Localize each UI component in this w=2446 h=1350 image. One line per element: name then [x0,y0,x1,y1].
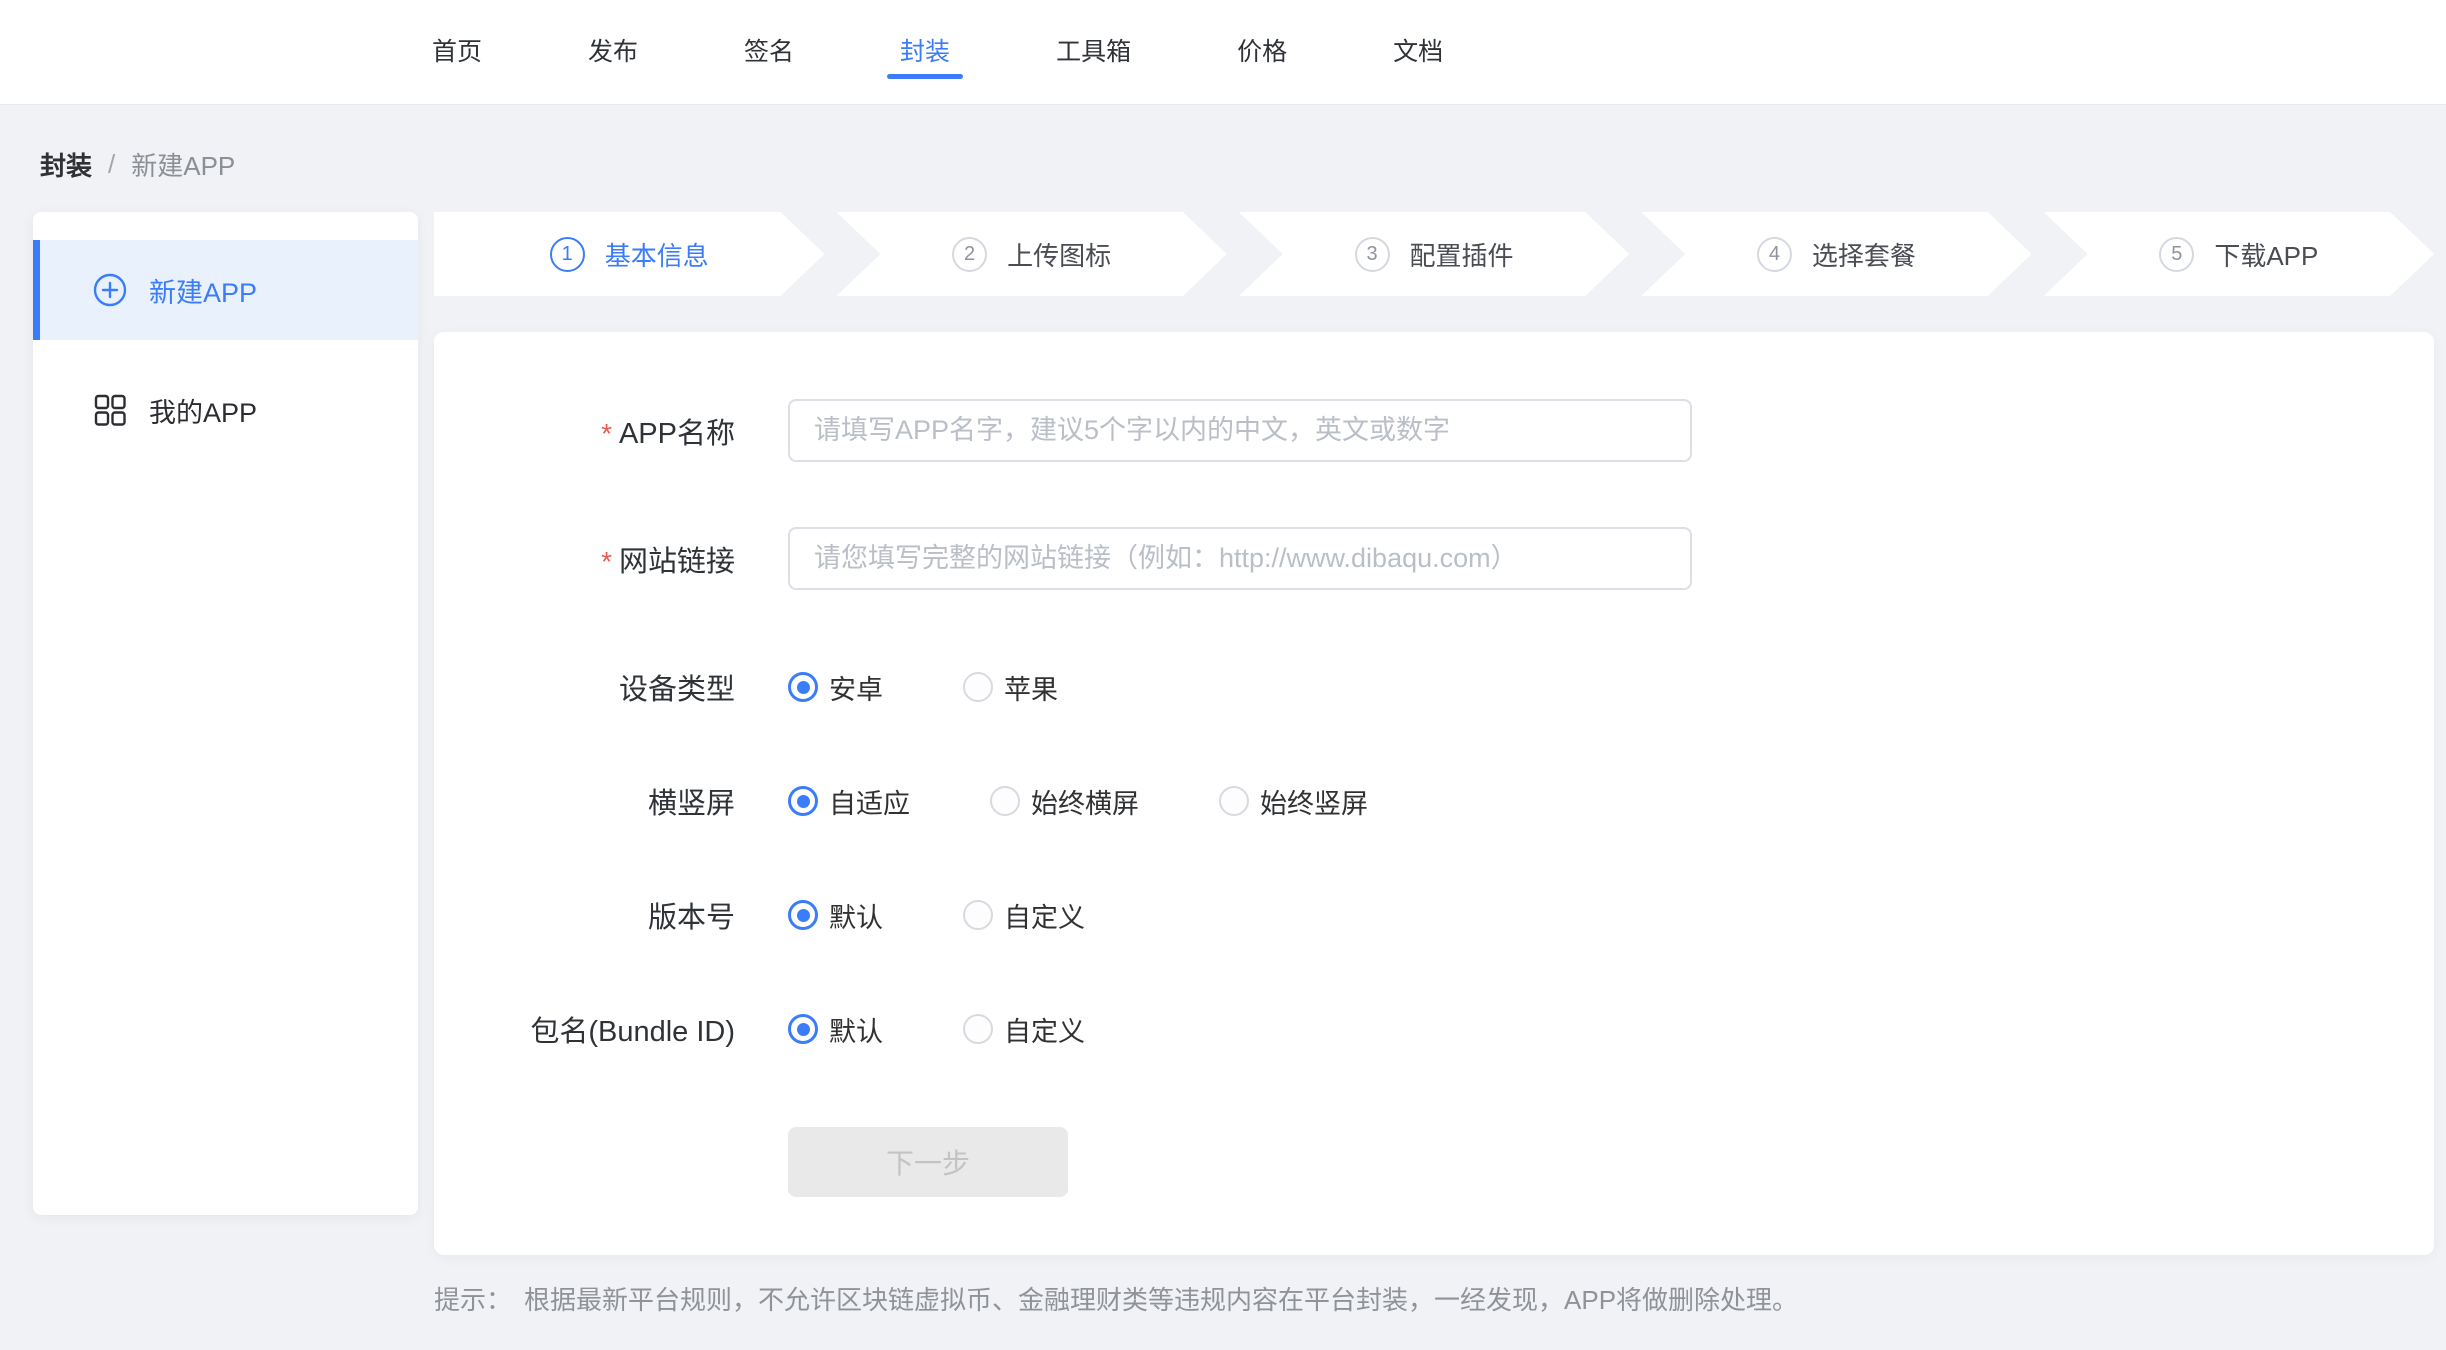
step-select-plan: 4 选择套餐 [1641,212,2031,296]
radio-always-portrait-label: 始终竖屏 [1260,782,1368,821]
breadcrumb: 封装 / 新建APP [40,146,235,183]
radio-version-default-label: 默认 [829,896,883,935]
step-basic-info: 1 基本信息 [434,212,824,296]
next-step-button[interactable]: 下一步 [788,1127,1068,1197]
top-nav: 首页 发布 签名 封装 工具箱 价格 文档 [432,0,2446,105]
page: 首页 发布 签名 封装 工具箱 价格 文档 封装 / 新建APP 新建APP [0,0,2446,1350]
step-4-label: 选择套餐 [1812,236,1916,273]
step-upload-icon: 2 上传图标 [836,212,1226,296]
radio-version-custom[interactable]: 自定义 [963,896,1085,935]
radio-bundle-custom[interactable]: 自定义 [963,1010,1085,1049]
required-asterisk: * [601,546,612,577]
radio-apple[interactable]: 苹果 [963,668,1058,707]
version-radio-group: 默认 自定义 [788,896,1085,935]
breadcrumb-section-link[interactable]: 封装 [40,146,92,183]
radio-dot [963,1014,993,1044]
device-type-label: 设备类型 [434,666,735,708]
radio-always-landscape[interactable]: 始终横屏 [990,782,1139,821]
required-asterisk: * [601,418,612,449]
sidebar-item-new-app-label: 新建APP [149,271,257,310]
grid-icon [93,393,127,427]
device-type-row: 设备类型 安卓 苹果 [434,670,2434,704]
radio-dot [990,786,1020,816]
orientation-label: 横竖屏 [434,780,735,822]
step-1-number-circle: 1 [550,237,585,272]
site-url-row: *网站链接 [434,527,2434,590]
step-configure-plugin: 3 配置插件 [1239,212,1629,296]
nav-item-home[interactable]: 首页 [432,0,482,105]
nav-item-package-label: 封装 [900,38,950,66]
nav-item-price[interactable]: 价格 [1237,0,1287,105]
step-3-number-circle: 3 [1355,237,1390,272]
tip-text: 提示： 根据最新平台规则，不允许区块链虚拟币、金融理财类等违规内容在平台封装，一经… [434,1280,1798,1317]
bundle-id-row: 包名(Bundle ID) 默认 自定义 [434,1012,2434,1046]
radio-dot [788,1014,818,1044]
radio-android-label: 安卓 [829,668,883,707]
app-name-label: *APP名称 [434,410,735,452]
step-1-label: 基本信息 [605,236,709,273]
radio-bundle-custom-label: 自定义 [1004,1010,1085,1049]
app-name-input[interactable] [788,399,1692,462]
app-name-row: *APP名称 [434,399,2434,462]
radio-adaptive[interactable]: 自适应 [788,782,910,821]
site-url-label: *网站链接 [434,538,735,580]
step-2-number-circle: 2 [952,237,987,272]
version-row: 版本号 默认 自定义 [434,898,2434,932]
radio-dot [788,672,818,702]
tip-prefix: 提示： [434,1285,512,1315]
nav-item-toolbox[interactable]: 工具箱 [1056,0,1131,105]
breadcrumb-current: 新建APP [131,146,235,183]
bundle-id-label: 包名(Bundle ID) [434,1008,735,1050]
nav-item-docs[interactable]: 文档 [1393,0,1443,105]
radio-dot [788,900,818,930]
radio-bundle-default-label: 默认 [829,1010,883,1049]
radio-adaptive-label: 自适应 [829,782,910,821]
active-tab-underline [887,74,963,79]
radio-apple-label: 苹果 [1004,668,1058,707]
plus-circle-icon [93,273,127,307]
bundle-id-radio-group: 默认 自定义 [788,1010,1085,1049]
radio-version-default[interactable]: 默认 [788,896,883,935]
device-type-radio-group: 安卓 苹果 [788,668,1058,707]
radio-dot [788,786,818,816]
top-nav-bar: 首页 发布 签名 封装 工具箱 价格 文档 [0,0,2446,105]
nav-item-package[interactable]: 封装 [900,0,950,105]
radio-bundle-default[interactable]: 默认 [788,1010,883,1049]
step-3-label: 配置插件 [1410,236,1514,273]
step-4-number-circle: 4 [1757,237,1792,272]
form-card: *APP名称 *网站链接 设备类型 安卓 苹果 [434,332,2434,1255]
sidebar-item-my-app[interactable]: 我的APP [33,360,418,460]
breadcrumb-separator: / [108,149,115,180]
radio-dot [963,900,993,930]
radio-version-custom-label: 自定义 [1004,896,1085,935]
step-5-number-circle: 5 [2159,237,2194,272]
sidebar-item-new-app[interactable]: 新建APP [33,240,418,340]
radio-always-landscape-label: 始终横屏 [1031,782,1139,821]
steps-bar: 1 基本信息 2 上传图标 3 配置插件 4 选择套餐 5 下载APP [434,212,2434,296]
radio-always-portrait[interactable]: 始终竖屏 [1219,782,1368,821]
step-download-app: 5 下载APP [2044,212,2434,296]
radio-android[interactable]: 安卓 [788,668,883,707]
orientation-radio-group: 自适应 始终横屏 始终竖屏 [788,782,1368,821]
radio-dot [963,672,993,702]
step-5-label: 下载APP [2214,236,2318,273]
version-label: 版本号 [434,894,735,936]
nav-item-publish[interactable]: 发布 [588,0,638,105]
sidebar-item-my-app-label: 我的APP [149,391,257,430]
radio-dot [1219,786,1249,816]
tip-body: 根据最新平台规则，不允许区块链虚拟币、金融理财类等违规内容在平台封装，一经发现，… [524,1285,1798,1315]
active-item-indicator-bar [33,240,40,340]
site-url-input[interactable] [788,527,1692,590]
nav-item-sign[interactable]: 签名 [744,0,794,105]
sidebar: 新建APP 我的APP [33,212,418,1215]
step-2-label: 上传图标 [1007,236,1111,273]
orientation-row: 横竖屏 自适应 始终横屏 始终竖屏 [434,784,2434,818]
